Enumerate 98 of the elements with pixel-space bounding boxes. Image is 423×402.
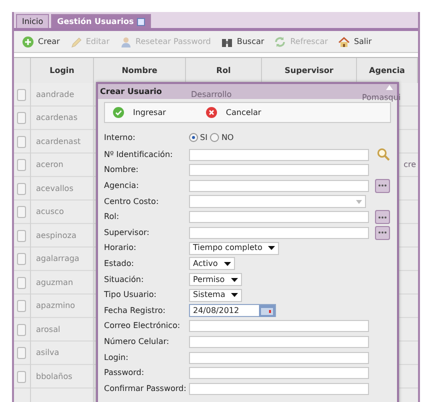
field-label: Rol:	[104, 211, 120, 224]
row-checkbox[interactable]	[17, 370, 26, 383]
field-label: Agencia:	[104, 180, 140, 192]
text-field[interactable]	[189, 367, 369, 380]
home-icon	[338, 36, 350, 48]
row-checkbox[interactable]	[17, 88, 26, 101]
radio-button[interactable]	[189, 133, 198, 142]
text-field[interactable]	[189, 320, 369, 332]
dialog-button[interactable]: Cancelar	[206, 106, 262, 118]
refresh-icon	[274, 36, 286, 48]
text-field[interactable]	[189, 352, 369, 364]
more-button[interactable]	[375, 226, 390, 240]
table-cell-text: acardenas	[35, 112, 78, 124]
caret-icon	[231, 293, 238, 298]
table-cell: cre	[404, 159, 416, 172]
field-label: Estado:	[104, 258, 135, 270]
table-cell-text: apazmino	[35, 300, 76, 312]
row-checkbox[interactable]	[17, 324, 26, 336]
table-cell-text: bbolaños	[35, 370, 74, 383]
field-label: Correo Electrónico:	[104, 320, 182, 332]
text-field[interactable]	[189, 336, 369, 348]
table-cell-text: aceron	[35, 159, 64, 172]
more-button[interactable]	[375, 178, 390, 193]
dropdown-field[interactable]: Sistema	[189, 288, 242, 302]
caret-icon	[224, 262, 231, 266]
toolbar-button[interactable]: Crear	[22, 36, 60, 48]
column-header[interactable]: Nombre	[94, 58, 186, 83]
field-label: Confirmar Password:	[104, 382, 188, 395]
field-label: Situación:	[104, 274, 145, 286]
field-label: Horario:	[104, 242, 138, 254]
text-field[interactable]	[189, 164, 369, 176]
dropdown-field[interactable]: Tiempo completo	[189, 242, 280, 255]
column-header[interactable]: Login	[31, 58, 94, 83]
toolbar-button[interactable]: Salir	[338, 36, 372, 48]
table-cell-text: acardenast	[35, 136, 82, 148]
text-field[interactable]	[189, 211, 369, 224]
dropdown-field[interactable]: Permiso	[189, 273, 242, 286]
column-header[interactable]: Supervisor	[262, 58, 357, 83]
more-button[interactable]	[375, 210, 390, 224]
caret-icon	[230, 278, 238, 282]
row-checkbox[interactable]	[17, 206, 26, 218]
close-icon	[206, 107, 217, 118]
search-icon	[377, 148, 390, 162]
field-label: Password:	[104, 367, 146, 380]
text-field[interactable]	[189, 180, 369, 192]
text-field[interactable]	[189, 382, 369, 395]
table-cell-text: acusco	[35, 206, 65, 218]
table-cell-text: arosal	[35, 324, 62, 336]
field-label: Centro Costo:	[104, 196, 160, 208]
row-checkbox[interactable]	[17, 112, 26, 124]
ellipsis-icon	[378, 184, 387, 188]
row-checkbox[interactable]	[17, 300, 26, 312]
row-checkbox[interactable]	[17, 136, 26, 148]
table-cell-text: acevallos	[35, 182, 74, 195]
field-label: Interno:	[104, 132, 136, 144]
field-label: Fecha Registro:	[104, 304, 166, 317]
row-checkbox[interactable]	[17, 182, 26, 195]
field-label: Supervisor:	[104, 226, 150, 239]
check-icon	[113, 107, 124, 118]
table-cell-text: aespinoza	[35, 230, 78, 242]
calendar-icon	[259, 304, 276, 317]
table-cell-text: agalarraga	[35, 253, 80, 266]
ellipsis-icon	[378, 231, 387, 234]
field-label: Login:	[104, 352, 130, 364]
row-checkbox[interactable]	[17, 276, 26, 289]
row-checkbox[interactable]	[17, 253, 26, 266]
pencil-icon	[70, 36, 82, 48]
radio-button[interactable]	[210, 133, 220, 142]
column-header[interactable]: Rol	[186, 58, 262, 83]
dialog-button[interactable]: Ingresar	[113, 106, 166, 118]
dropdown-field[interactable]	[189, 195, 366, 208]
radio-label: NO	[221, 132, 234, 144]
caret-icon	[268, 246, 276, 250]
caret-icon	[356, 200, 362, 204]
column-header[interactable]: Agencia	[357, 58, 418, 83]
field-label: Tipo Usuario:	[104, 289, 158, 302]
table-cell-text: aandrade	[35, 88, 76, 101]
tab[interactable]: Inicio	[16, 14, 50, 28]
field-label: Nombre:	[104, 164, 140, 176]
text-field[interactable]	[189, 148, 369, 161]
field-label: Nº Identificación:	[104, 148, 174, 161]
dialog-title: Crear Usuario	[100, 86, 162, 98]
table-cell-text: aguzman	[35, 276, 74, 289]
radio-label: SI	[200, 132, 208, 144]
row-checkbox[interactable]	[17, 159, 26, 172]
table-cell: Desarrollo	[191, 88, 232, 101]
text-field[interactable]	[189, 226, 369, 239]
ellipsis-icon	[378, 216, 387, 219]
row-checkbox[interactable]	[17, 230, 26, 242]
toolbar-button[interactable]: Buscar	[220, 36, 264, 48]
collapse-icon	[386, 85, 393, 90]
plus-icon	[22, 36, 34, 48]
dropdown-field[interactable]: Activo	[189, 257, 235, 270]
table-cell-text: asilva	[35, 347, 60, 360]
date-field[interactable]: 24/08/2012	[189, 304, 276, 318]
close-icon[interactable]	[136, 18, 145, 26]
row-checkbox[interactable]	[17, 347, 26, 360]
field-label: Número Celular:	[104, 336, 170, 348]
